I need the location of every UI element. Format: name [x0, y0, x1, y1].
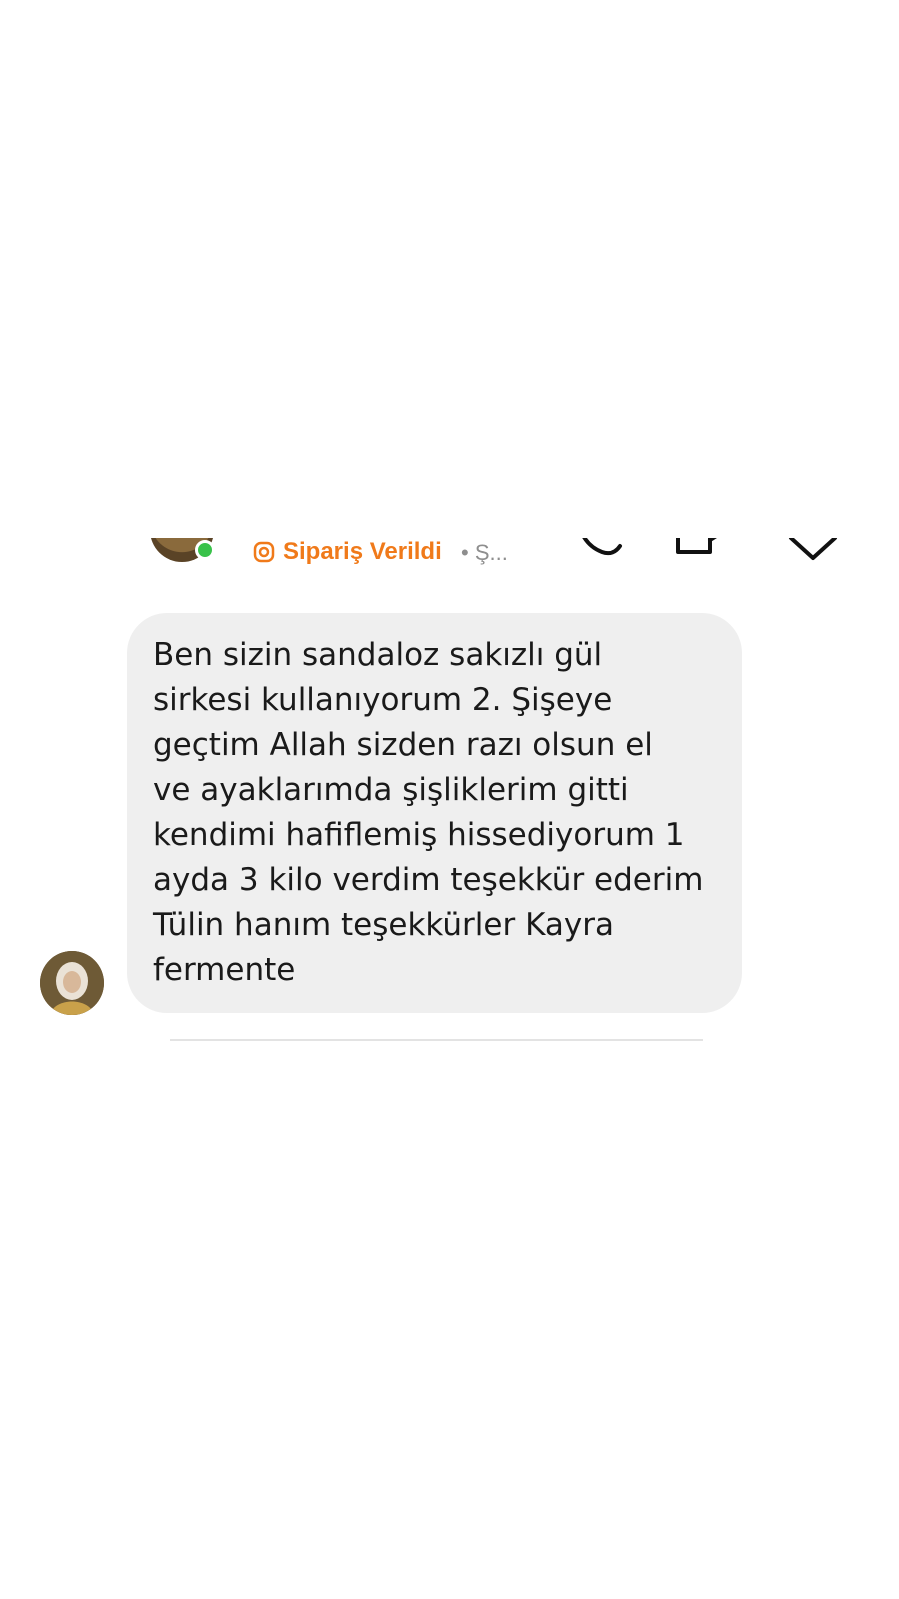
chat-header: Sipariş Verildi • Ş...: [0, 538, 899, 588]
online-indicator: [195, 540, 215, 560]
header-icons-strip: [0, 538, 899, 570]
video-icon[interactable]: [670, 538, 730, 562]
sender-avatar[interactable]: [40, 951, 104, 1015]
order-status-label: Sipariş Verildi: [283, 538, 442, 565]
order-badge-icon: [253, 541, 275, 563]
divider: [170, 1039, 703, 1041]
order-status-badge[interactable]: Sipariş Verildi: [253, 538, 442, 566]
sender-avatar-image: [40, 951, 104, 1015]
back-arrow-icon[interactable]: [36, 538, 92, 556]
phone-icon[interactable]: [572, 538, 632, 562]
message-text: Ben sizin sandaloz sakızlı gül sirkesi k…: [153, 637, 704, 988]
chevron-down-icon[interactable]: [783, 538, 843, 562]
message-bubble[interactable]: Ben sizin sandaloz sakızlı gül sirkesi k…: [127, 613, 742, 1013]
order-status-extra: • Ş...: [461, 540, 508, 565]
